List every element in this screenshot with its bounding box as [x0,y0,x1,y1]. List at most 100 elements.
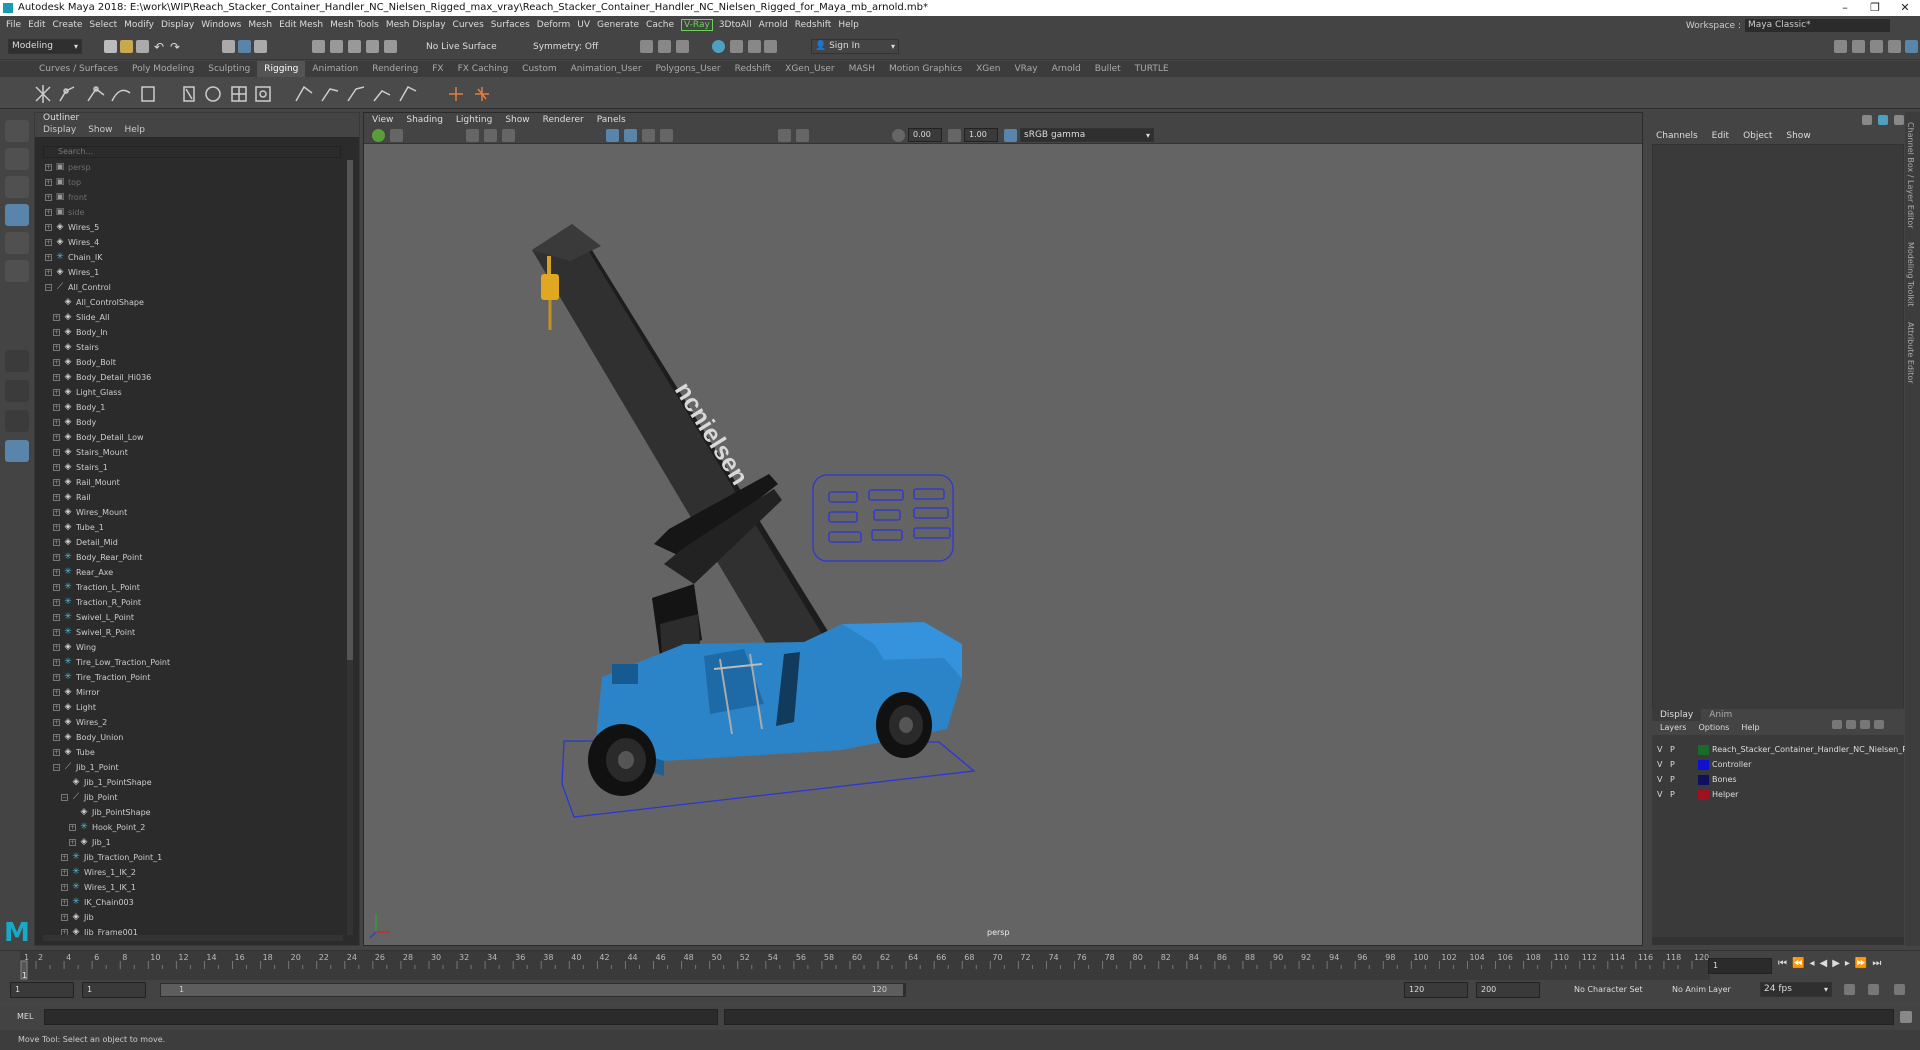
arnold-render-icon[interactable] [748,40,761,53]
outliner-item[interactable]: + ◈ Wing [35,640,335,655]
viewport-panel[interactable]: View Shading Lighting Show Renderer Pane… [363,112,1643,946]
step-back-key-icon[interactable]: ⏪ [1792,958,1804,969]
toggle-modeling-toolkit-icon[interactable] [1905,40,1918,53]
channelbox-menu-show[interactable]: Show [1786,131,1810,141]
layer-row[interactable]: V P Controller [1652,758,1904,772]
outliner-item[interactable]: + ◈ Stairs_1 [35,460,335,475]
cluster-icon[interactable] [255,86,271,102]
layer-horizontal-scrollbar[interactable] [1652,937,1904,945]
outliner-item[interactable]: + ◈ Jib [35,910,335,925]
shelf-tab-mash[interactable]: MASH [842,61,882,77]
color-management-icon[interactable] [1004,129,1017,142]
channelbox-body[interactable] [1652,144,1904,806]
live-surface-label[interactable]: No Live Surface [426,42,497,52]
expand-icon[interactable]: + [53,749,60,756]
expand-icon[interactable]: + [61,854,68,861]
animation-end-field[interactable]: 200 [1476,982,1540,998]
outliner-item[interactable]: + ◈ Rail_Mount [35,475,335,490]
select-hierarchy-icon[interactable] [222,40,235,53]
smooth-shade-icon[interactable] [502,129,515,142]
expand-icon[interactable]: + [61,869,68,876]
menu-mesh-tools[interactable]: Mesh Tools [330,20,386,30]
outliner-item[interactable]: + ✳ Wires_1_IK_1 [35,880,335,895]
xray-icon[interactable] [796,129,809,142]
menu-surfaces[interactable]: Surfaces [491,20,537,30]
viewport-menu-renderer[interactable]: Renderer [543,113,584,127]
expand-icon[interactable]: + [69,839,76,846]
expand-icon[interactable]: + [53,509,60,516]
menu-generate[interactable]: Generate [597,20,646,30]
outliner-item[interactable]: + ✳ Rear_Axe [35,565,335,580]
outliner-item[interactable]: + ◈ Body_Bolt [35,355,335,370]
menu-cache[interactable]: Cache [646,20,681,30]
insert-joint-icon[interactable] [59,86,75,102]
workspace-dropdown[interactable]: Maya Classic* [1745,19,1890,32]
menu-help[interactable]: Help [838,20,866,30]
shelf-tab-polygons-user[interactable]: Polygons_User [649,61,728,77]
ipr-render-icon[interactable] [658,40,671,53]
outliner-item[interactable]: + ◈ Light [35,700,335,715]
camera-select-icon[interactable] [372,129,385,142]
scale-tool-icon[interactable] [5,260,29,282]
animation-start-field[interactable]: 1 [10,982,74,998]
expand-icon[interactable]: + [53,599,60,606]
layer-menu-options[interactable]: Options [1698,721,1729,735]
tab-anim[interactable]: Anim [1701,709,1740,721]
outliner-item[interactable]: + ◈ Tube_1 [35,520,335,535]
channelbox-settings-icon[interactable] [1878,115,1888,125]
outliner-item[interactable]: − ⟋ Jib_Point [35,790,335,805]
textured-icon[interactable] [624,129,637,142]
outliner-item[interactable]: + ✳ Traction_R_Point [35,595,335,610]
layer-visibility-toggle[interactable]: V [1657,758,1662,772]
toggle-tool-settings-icon[interactable] [1888,40,1901,53]
layer-menu-layers[interactable]: Layers [1660,721,1686,735]
outliner-item[interactable]: + ◈ Tube [35,745,335,760]
tab-modeling-toolkit[interactable]: Modeling Toolkit [1906,242,1915,306]
rotate-tool-icon[interactable] [5,232,29,254]
fps-dropdown[interactable]: 24 fps ▾ [1760,982,1832,997]
pause-icon[interactable] [764,40,777,53]
layout-icon[interactable] [1834,40,1847,53]
outliner-item[interactable]: + ◈ Stairs_Mount [35,445,335,460]
menu-set-dropdown[interactable]: Modeling ▾ [8,39,82,54]
expand-icon[interactable]: + [53,434,60,441]
outliner-item[interactable]: + ✳ Traction_L_Point [35,580,335,595]
outliner-item[interactable]: ◈ Jib_PointShape [35,805,335,820]
redo-icon[interactable]: ↷ [170,40,180,54]
outliner-item[interactable]: + ▣ top [35,175,335,190]
rear-wheel[interactable] [876,692,932,758]
shelf-tab-vray[interactable]: VRay [1008,61,1045,77]
play-forward-icon[interactable]: ▶ [1832,958,1840,969]
outliner-item[interactable]: + ◈ Wires_1 [35,265,335,280]
menu-modify[interactable]: Modify [124,20,161,30]
shelf-tab-rendering[interactable]: Rendering [365,61,425,77]
expand-icon[interactable]: + [53,689,60,696]
create-joint-icon[interactable] [35,85,51,103]
outliner-item[interactable]: ◈ All_ControlShape [35,295,335,310]
outliner-menu-show[interactable]: Show [88,124,112,137]
outliner-item[interactable]: + ◈ Body_Detail_Low [35,430,335,445]
layer-color-swatch[interactable] [1698,775,1709,785]
outliner-item[interactable]: + ◈ Light_Glass [35,385,335,400]
layer-row[interactable]: V P Bones [1652,773,1904,787]
lasso-tool-icon[interactable] [5,148,29,170]
outliner-item[interactable]: + ✳ Jib_Traction_Point_1 [35,850,335,865]
channelbox-menu-object[interactable]: Object [1743,131,1772,141]
menu-display[interactable]: Display [161,20,201,30]
layer-color-swatch[interactable] [1698,760,1709,770]
hypershade-icon[interactable] [712,40,725,53]
snap-surface-icon[interactable] [384,40,397,53]
current-frame-field[interactable]: 1 [1708,958,1772,974]
outliner-item[interactable]: + ✳ Body_Rear_Point [35,550,335,565]
menu-windows[interactable]: Windows [201,20,248,30]
layer-color-swatch[interactable] [1698,790,1709,800]
command-input[interactable] [44,1009,718,1025]
select-object-icon[interactable] [238,40,251,53]
blendshape-icon[interactable] [205,86,221,102]
range-slider-track[interactable]: 1 120 [160,983,906,997]
expand-icon[interactable]: + [45,224,52,231]
menu-uv[interactable]: UV [577,20,597,30]
render-view-icon[interactable] [730,40,743,53]
expand-icon[interactable]: + [45,164,52,171]
shelf-tab-xgen-user[interactable]: XGen_User [778,61,841,77]
